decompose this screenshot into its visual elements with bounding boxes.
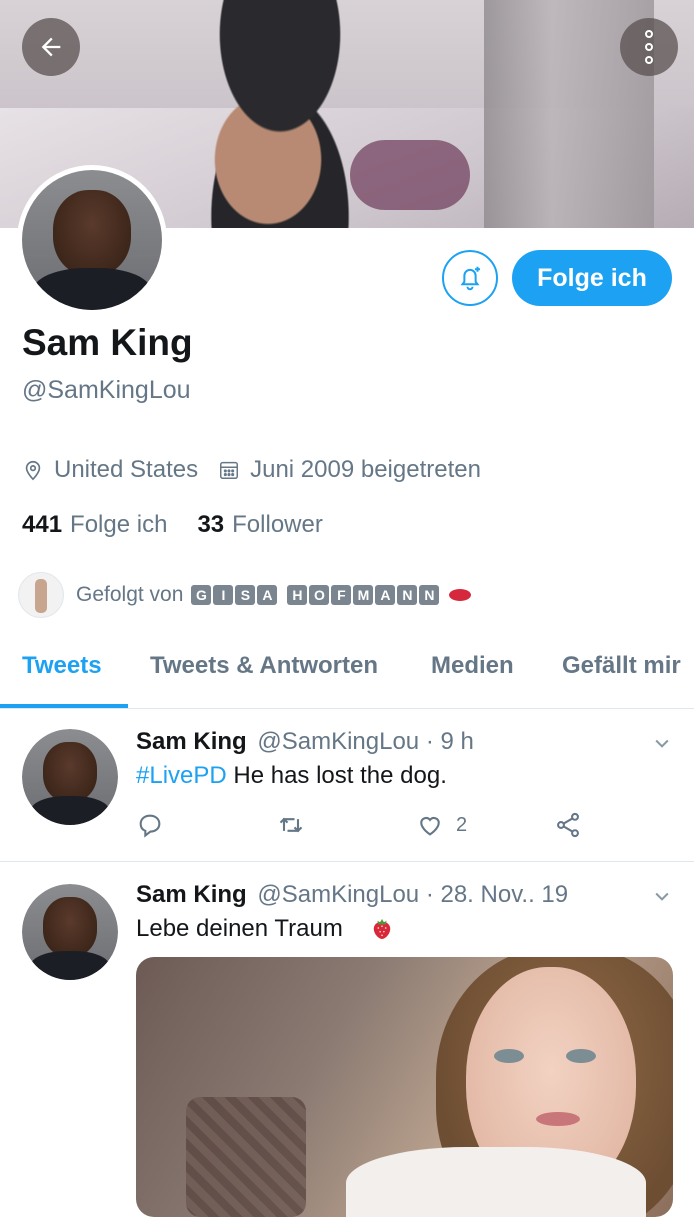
retweet-button[interactable]: [276, 811, 306, 839]
following-link[interactable]: 441 Folge ich: [22, 511, 167, 539]
profile-handle: @SamKingLou: [22, 376, 191, 404]
tweet-time: · 28. Nov.. 19: [425, 881, 569, 908]
tweet-text: Lebe deinen Traum: [136, 915, 393, 943]
follower-name-letter: A: [257, 585, 278, 605]
bell-plus-icon: [460, 266, 480, 291]
tweet-actions: 2: [136, 811, 596, 841]
back-button[interactable]: [22, 18, 80, 76]
reply-icon: [139, 814, 161, 838]
follower-name-letter: O: [309, 585, 330, 605]
profile-avatar[interactable]: [17, 165, 167, 315]
join-date-text: Juni 2009 beigetreten: [250, 456, 481, 483]
share-icon: [557, 812, 579, 838]
follow-button[interactable]: Folge ich: [512, 250, 672, 306]
follower-name-letter: G: [191, 585, 212, 605]
reply-button[interactable]: [136, 811, 164, 839]
hashtag-link[interactable]: #LivePD: [136, 762, 227, 789]
profile-counts: 441 Folge ich 33 Follower: [22, 511, 323, 539]
follower-name-letter: A: [375, 585, 396, 605]
tweet-header: Sam King @SamKingLou · 28. Nov.. 19: [136, 881, 568, 909]
tweet-author-name[interactable]: Sam King: [136, 728, 247, 755]
share-button[interactable]: [554, 811, 582, 839]
strawberry-emoji: [374, 918, 391, 939]
tweet-avatar[interactable]: [22, 729, 118, 825]
follower-name-letter: S: [235, 585, 256, 605]
tweet[interactable]: Sam King @SamKingLou · 9 h #LivePD He ha…: [0, 709, 694, 862]
tweet-author-name[interactable]: Sam King: [136, 881, 247, 908]
tab-media[interactable]: Medien: [431, 652, 514, 680]
profile-name: Sam King: [22, 322, 193, 363]
follower-name: GISAHOFMANN: [191, 585, 440, 605]
location-pin-icon: [25, 460, 41, 481]
tab-likes[interactable]: Gefällt mir: [562, 652, 681, 680]
heart-icon: [420, 816, 440, 836]
lips-emoji: [449, 589, 472, 601]
tweet-image[interactable]: [136, 957, 673, 1217]
follower-name-letter: I: [213, 585, 234, 605]
tweet-avatar[interactable]: [22, 884, 118, 980]
like-count: 2: [456, 813, 468, 836]
tab-tweets-replies[interactable]: Tweets & Antworten: [150, 652, 378, 680]
tweet-header: Sam King @SamKingLou · 9 h: [136, 728, 474, 756]
notifications-button[interactable]: [442, 250, 498, 306]
follower-name-letter: N: [419, 585, 440, 605]
back-arrow-icon: [41, 37, 61, 57]
profile-tabs: Tweets Tweets & Antworten Medien Gefällt…: [0, 632, 694, 709]
follower-name-letter: F: [331, 585, 352, 605]
chevron-down-icon[interactable]: [652, 733, 672, 753]
follower-name-letter: M: [353, 585, 374, 605]
like-button[interactable]: 2: [416, 811, 467, 839]
banner-pillow: [350, 140, 470, 210]
profile-meta: United States Juni 2009 beigetreten: [22, 455, 501, 485]
more-options-button[interactable]: [620, 18, 678, 76]
join-date: Juni 2009 beigetreten: [218, 456, 481, 484]
follower-name-letter: H: [287, 585, 308, 605]
tweet-author-handle: @SamKingLou: [257, 881, 420, 908]
tweet[interactable]: Sam King @SamKingLou · 28. Nov.. 19 Lebe…: [0, 862, 694, 1217]
calendar-icon: [220, 461, 239, 479]
tweet-time: · 9 h: [425, 728, 474, 755]
location-text: United States: [54, 456, 199, 483]
followers-link[interactable]: 33 Follower: [197, 511, 322, 539]
active-tab-indicator: [0, 704, 128, 708]
chevron-down-icon[interactable]: [652, 886, 672, 906]
location: United States: [22, 456, 198, 484]
followed-by-prefix: Gefolgt von: [76, 583, 184, 606]
follower-name-letter: [279, 585, 285, 605]
follower-name-letter: N: [397, 585, 418, 605]
tweet-author-handle: @SamKingLou: [257, 728, 420, 755]
tweet-text: #LivePD He has lost the dog.: [136, 762, 447, 789]
retweet-icon: [279, 817, 303, 833]
follower-avatar: [18, 572, 64, 618]
followed-by[interactable]: Gefolgt von GISAHOFMANN: [18, 572, 472, 618]
tab-tweets[interactable]: Tweets: [22, 652, 102, 680]
more-options-icon: [645, 30, 653, 64]
